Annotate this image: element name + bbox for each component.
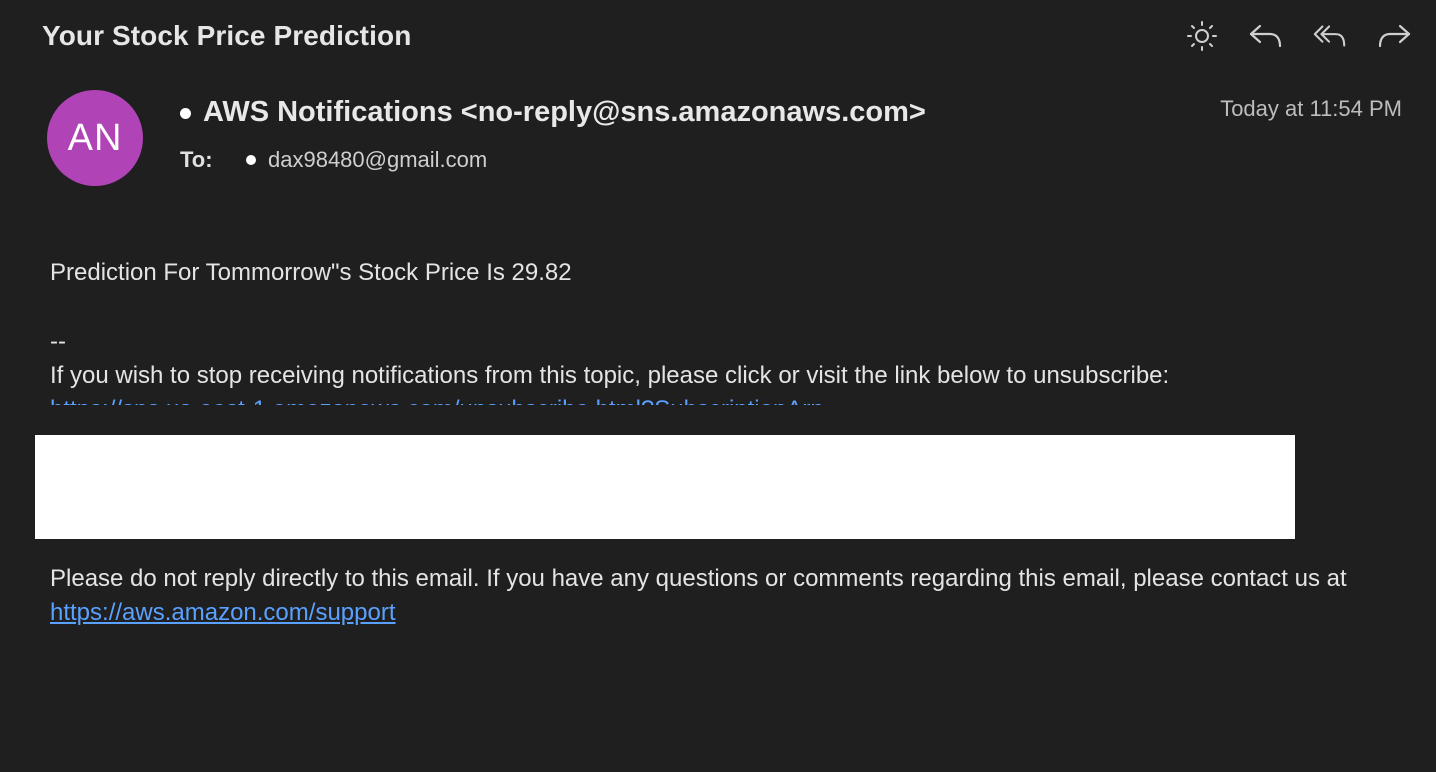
brightness-button[interactable] <box>1184 18 1220 54</box>
support-link[interactable]: https://aws.amazon.com/support <box>50 599 396 626</box>
forward-icon <box>1378 24 1411 48</box>
email-viewer: Your Stock Price Prediction AN AWS Notif… <box>0 0 1436 772</box>
brightness-icon <box>1187 21 1217 51</box>
email-subject: Your Stock Price Prediction <box>42 20 412 51</box>
sender-avatar: AN <box>47 90 143 186</box>
redaction-block <box>35 435 1295 539</box>
recipient-status-dot <box>246 155 256 165</box>
forward-button[interactable] <box>1376 18 1412 54</box>
recipient-address[interactable]: dax98480@gmail.com <box>268 147 487 173</box>
prediction-text: Prediction For Tommorrow"s Stock Price I… <box>50 259 572 286</box>
reply-all-icon <box>1313 25 1346 47</box>
to-label: To: <box>180 147 213 172</box>
reply-all-button[interactable] <box>1312 18 1348 54</box>
footer-text: Please do not reply directly to this ema… <box>50 562 1370 630</box>
reply-icon <box>1249 24 1282 48</box>
unsubscribe-text: If you wish to stop receiving notificati… <box>50 362 1170 389</box>
email-date: Today at 11:54 PM <box>1220 96 1402 121</box>
sender-status-dot <box>180 108 191 119</box>
reply-button[interactable] <box>1248 18 1284 54</box>
unsubscribe-block: -- If you wish to stop receiving notific… <box>50 325 1350 405</box>
recipient-row: To: dax98480@gmail.com <box>180 147 487 173</box>
footer-message: Please do not reply directly to this ema… <box>50 565 1347 592</box>
message-toolbar <box>1184 18 1412 54</box>
sender-name[interactable]: AWS Notifications <no-reply@sns.amazonaw… <box>203 96 926 129</box>
sender-row[interactable]: AWS Notifications <no-reply@sns.amazonaw… <box>180 96 926 129</box>
unsubscribe-link[interactable]: https://sns.us-east-1.amazonaws.com/unsu… <box>50 393 1350 405</box>
signature-separator: -- <box>50 328 66 355</box>
